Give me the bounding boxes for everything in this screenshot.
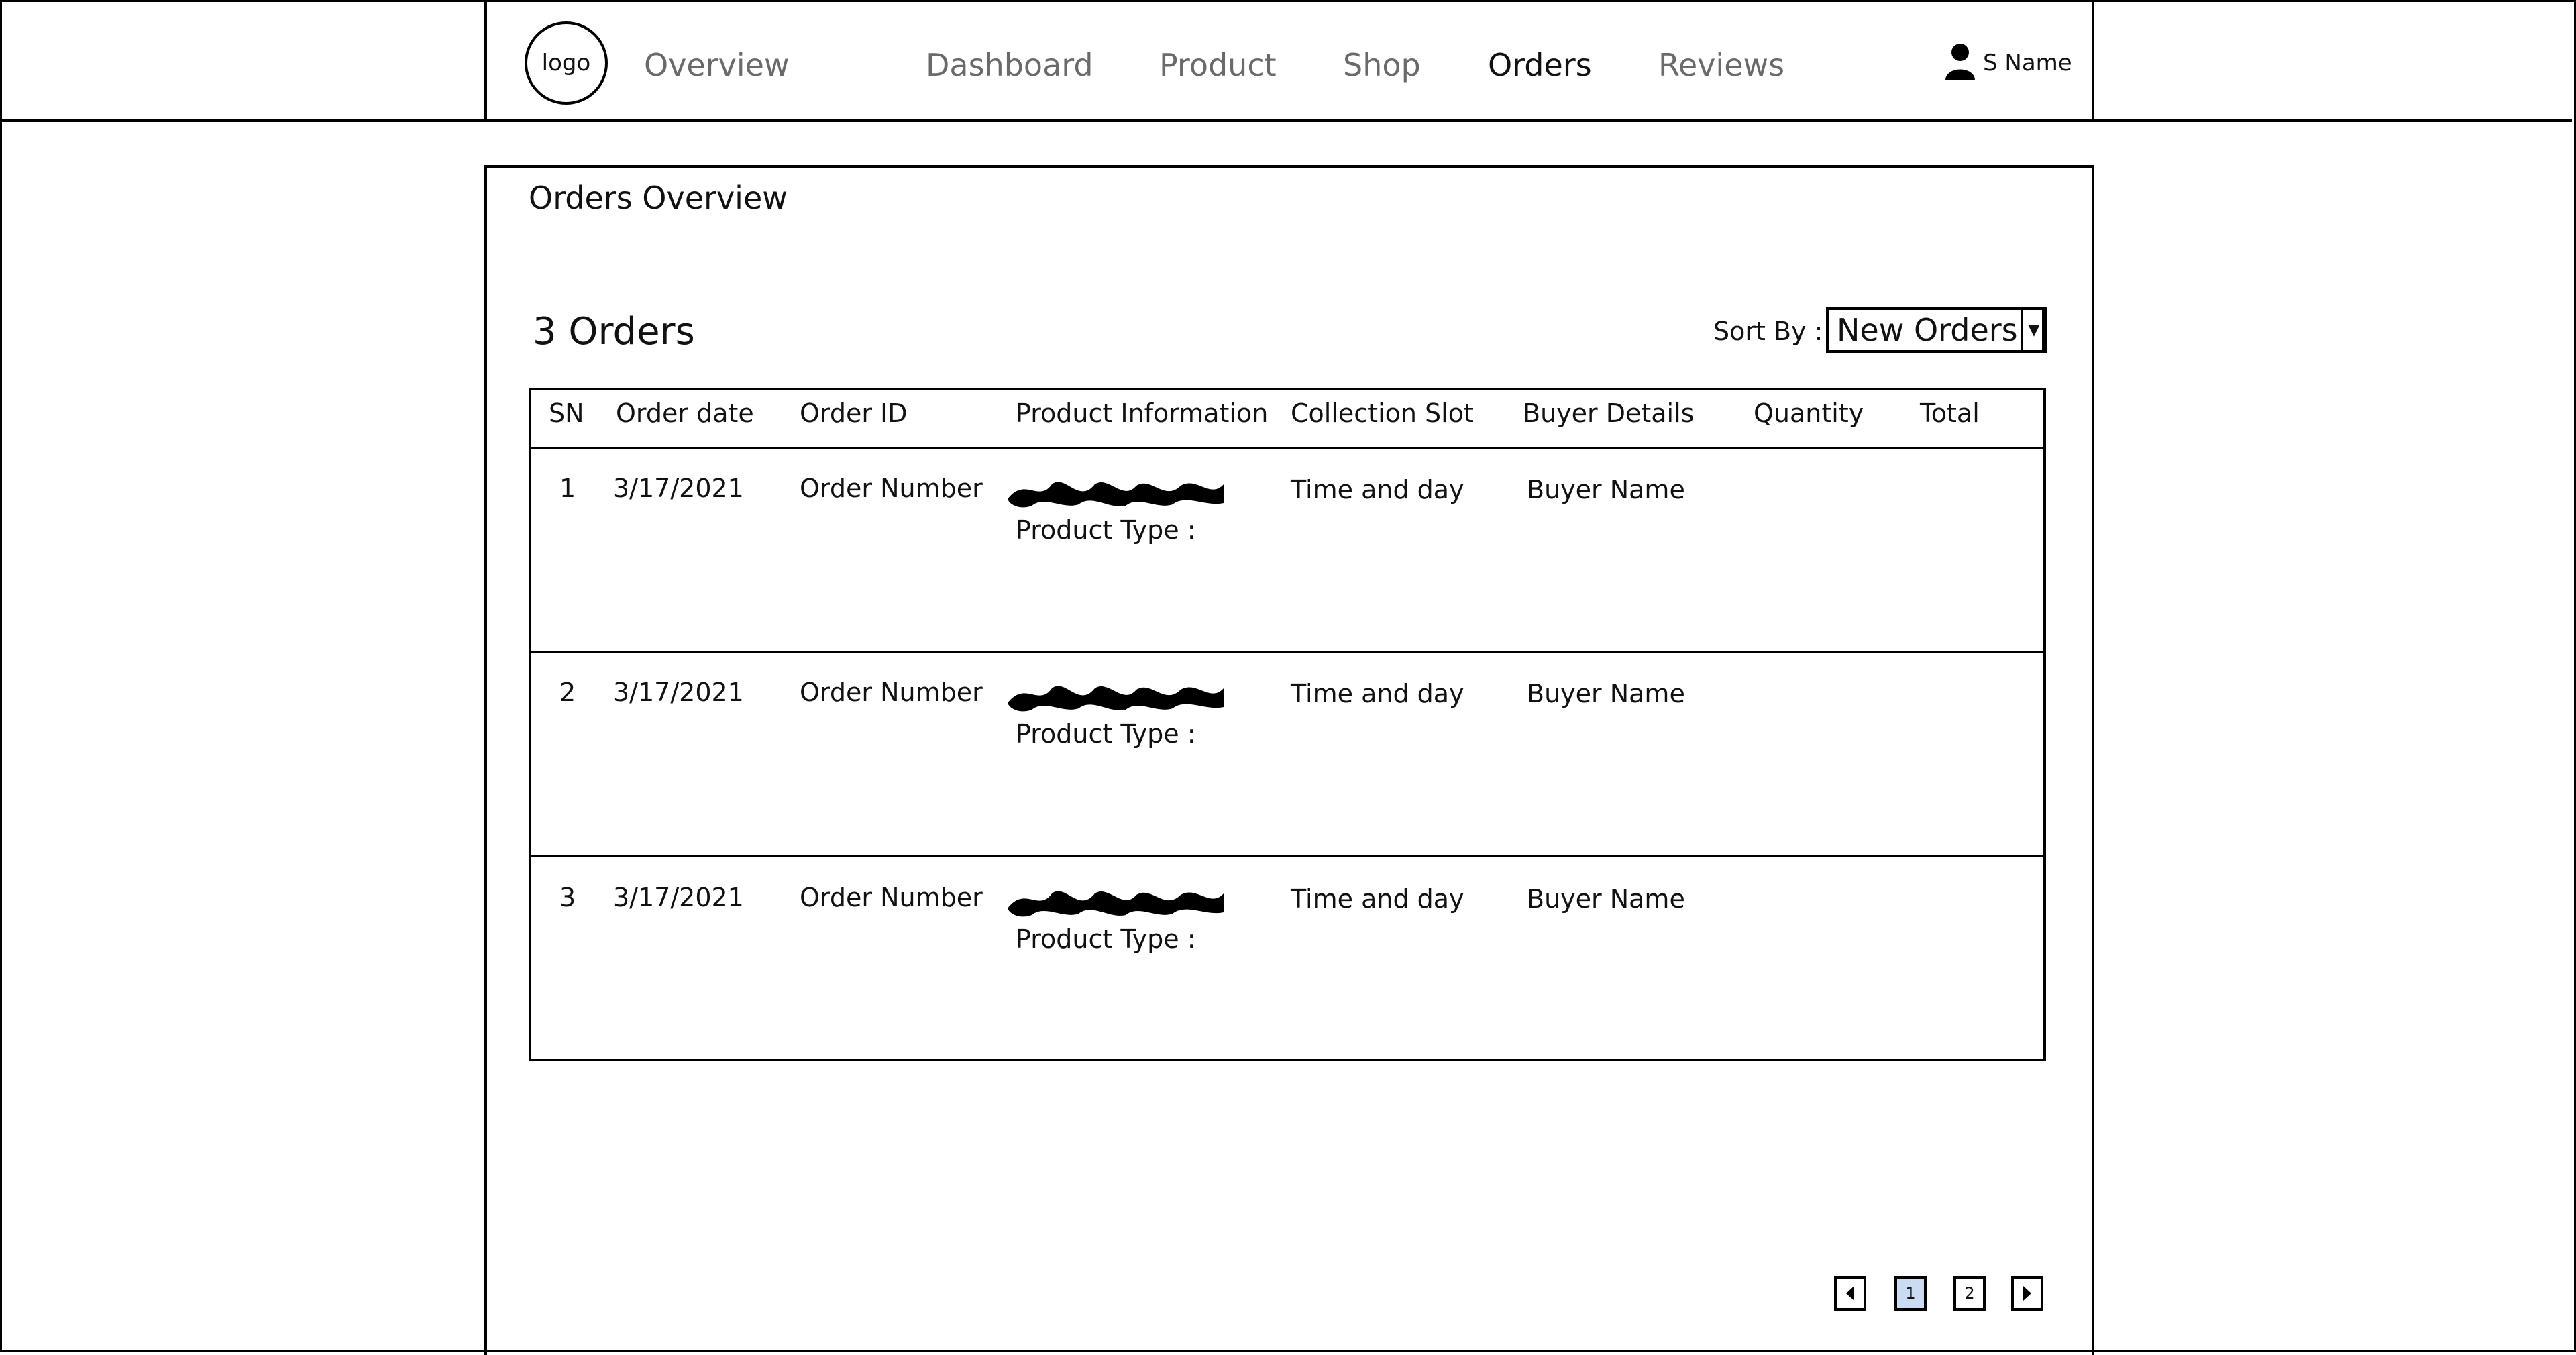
page-2-button[interactable]: 2 bbox=[1953, 1276, 1986, 1311]
row-1-collection-slot: Time and day bbox=[1291, 475, 1464, 504]
row-3-order-id[interactable]: Order Number bbox=[800, 883, 983, 912]
row-3-collection-slot: Time and day bbox=[1291, 884, 1464, 914]
chevron-down-icon[interactable]: ▼ bbox=[2021, 307, 2047, 353]
redacted-product-name bbox=[1005, 879, 1226, 919]
row-1-buyer: Buyer Name bbox=[1527, 475, 1685, 504]
nav-reviews[interactable]: Reviews bbox=[1658, 47, 1784, 83]
user-name[interactable]: S Name bbox=[1983, 50, 2072, 76]
sort-select-value: New Orders bbox=[1837, 312, 2018, 348]
orders-count: 3 Orders bbox=[533, 310, 695, 354]
page-title: Orders Overview bbox=[529, 180, 788, 216]
col-header-quantity: Quantity bbox=[1754, 398, 1864, 428]
page-1-button[interactable]: 1 bbox=[1894, 1276, 1927, 1311]
row-divider bbox=[529, 651, 2046, 653]
row-3-sn: 3 bbox=[559, 883, 576, 912]
caret-left-icon[interactable] bbox=[1834, 1276, 1866, 1311]
orders-table bbox=[529, 388, 2046, 1061]
nav-dashboard[interactable]: Dashboard bbox=[926, 47, 1093, 83]
nav-product[interactable]: Product bbox=[1159, 47, 1277, 83]
col-header-sn: SN bbox=[549, 398, 584, 428]
row-1-product-type: Product Type : bbox=[1016, 515, 1196, 545]
redacted-product-name bbox=[1005, 470, 1226, 510]
row-2-sn: 2 bbox=[559, 678, 576, 707]
nav-overview[interactable]: Overview bbox=[644, 47, 790, 83]
logo[interactable]: logo bbox=[525, 21, 608, 105]
table-header-divider bbox=[529, 447, 2046, 449]
sort-select[interactable]: New Orders bbox=[1826, 307, 2045, 353]
col-header-product-info: Product Information bbox=[1016, 398, 1269, 428]
redacted-product-name bbox=[1005, 673, 1226, 714]
nav-shop[interactable]: Shop bbox=[1343, 47, 1421, 83]
col-header-collection-slot: Collection Slot bbox=[1291, 398, 1474, 428]
row-3-buyer: Buyer Name bbox=[1527, 884, 1685, 914]
sort-label: Sort By : bbox=[1713, 317, 1823, 346]
row-3-date: 3/17/2021 bbox=[613, 883, 744, 912]
col-header-order-id: Order ID bbox=[800, 398, 908, 428]
nav-orders[interactable]: Orders bbox=[1488, 47, 1592, 83]
row-1-date: 3/17/2021 bbox=[613, 474, 744, 503]
row-2-product-type: Product Type : bbox=[1016, 719, 1196, 749]
row-3-product-type: Product Type : bbox=[1016, 924, 1196, 954]
row-2-collection-slot: Time and day bbox=[1291, 679, 1464, 708]
col-header-total: Total bbox=[1920, 398, 1980, 428]
row-1-sn: 1 bbox=[559, 474, 576, 503]
col-header-buyer-details: Buyer Details bbox=[1523, 398, 1695, 428]
row-1-order-id[interactable]: Order Number bbox=[800, 474, 983, 503]
row-divider bbox=[529, 855, 2046, 857]
row-2-buyer: Buyer Name bbox=[1527, 679, 1685, 708]
col-header-order-date: Order date bbox=[616, 398, 754, 428]
row-2-order-id[interactable]: Order Number bbox=[800, 678, 983, 707]
caret-right-icon[interactable] bbox=[2011, 1276, 2043, 1311]
row-2-date: 3/17/2021 bbox=[613, 678, 744, 707]
user-icon[interactable] bbox=[1943, 42, 1978, 82]
